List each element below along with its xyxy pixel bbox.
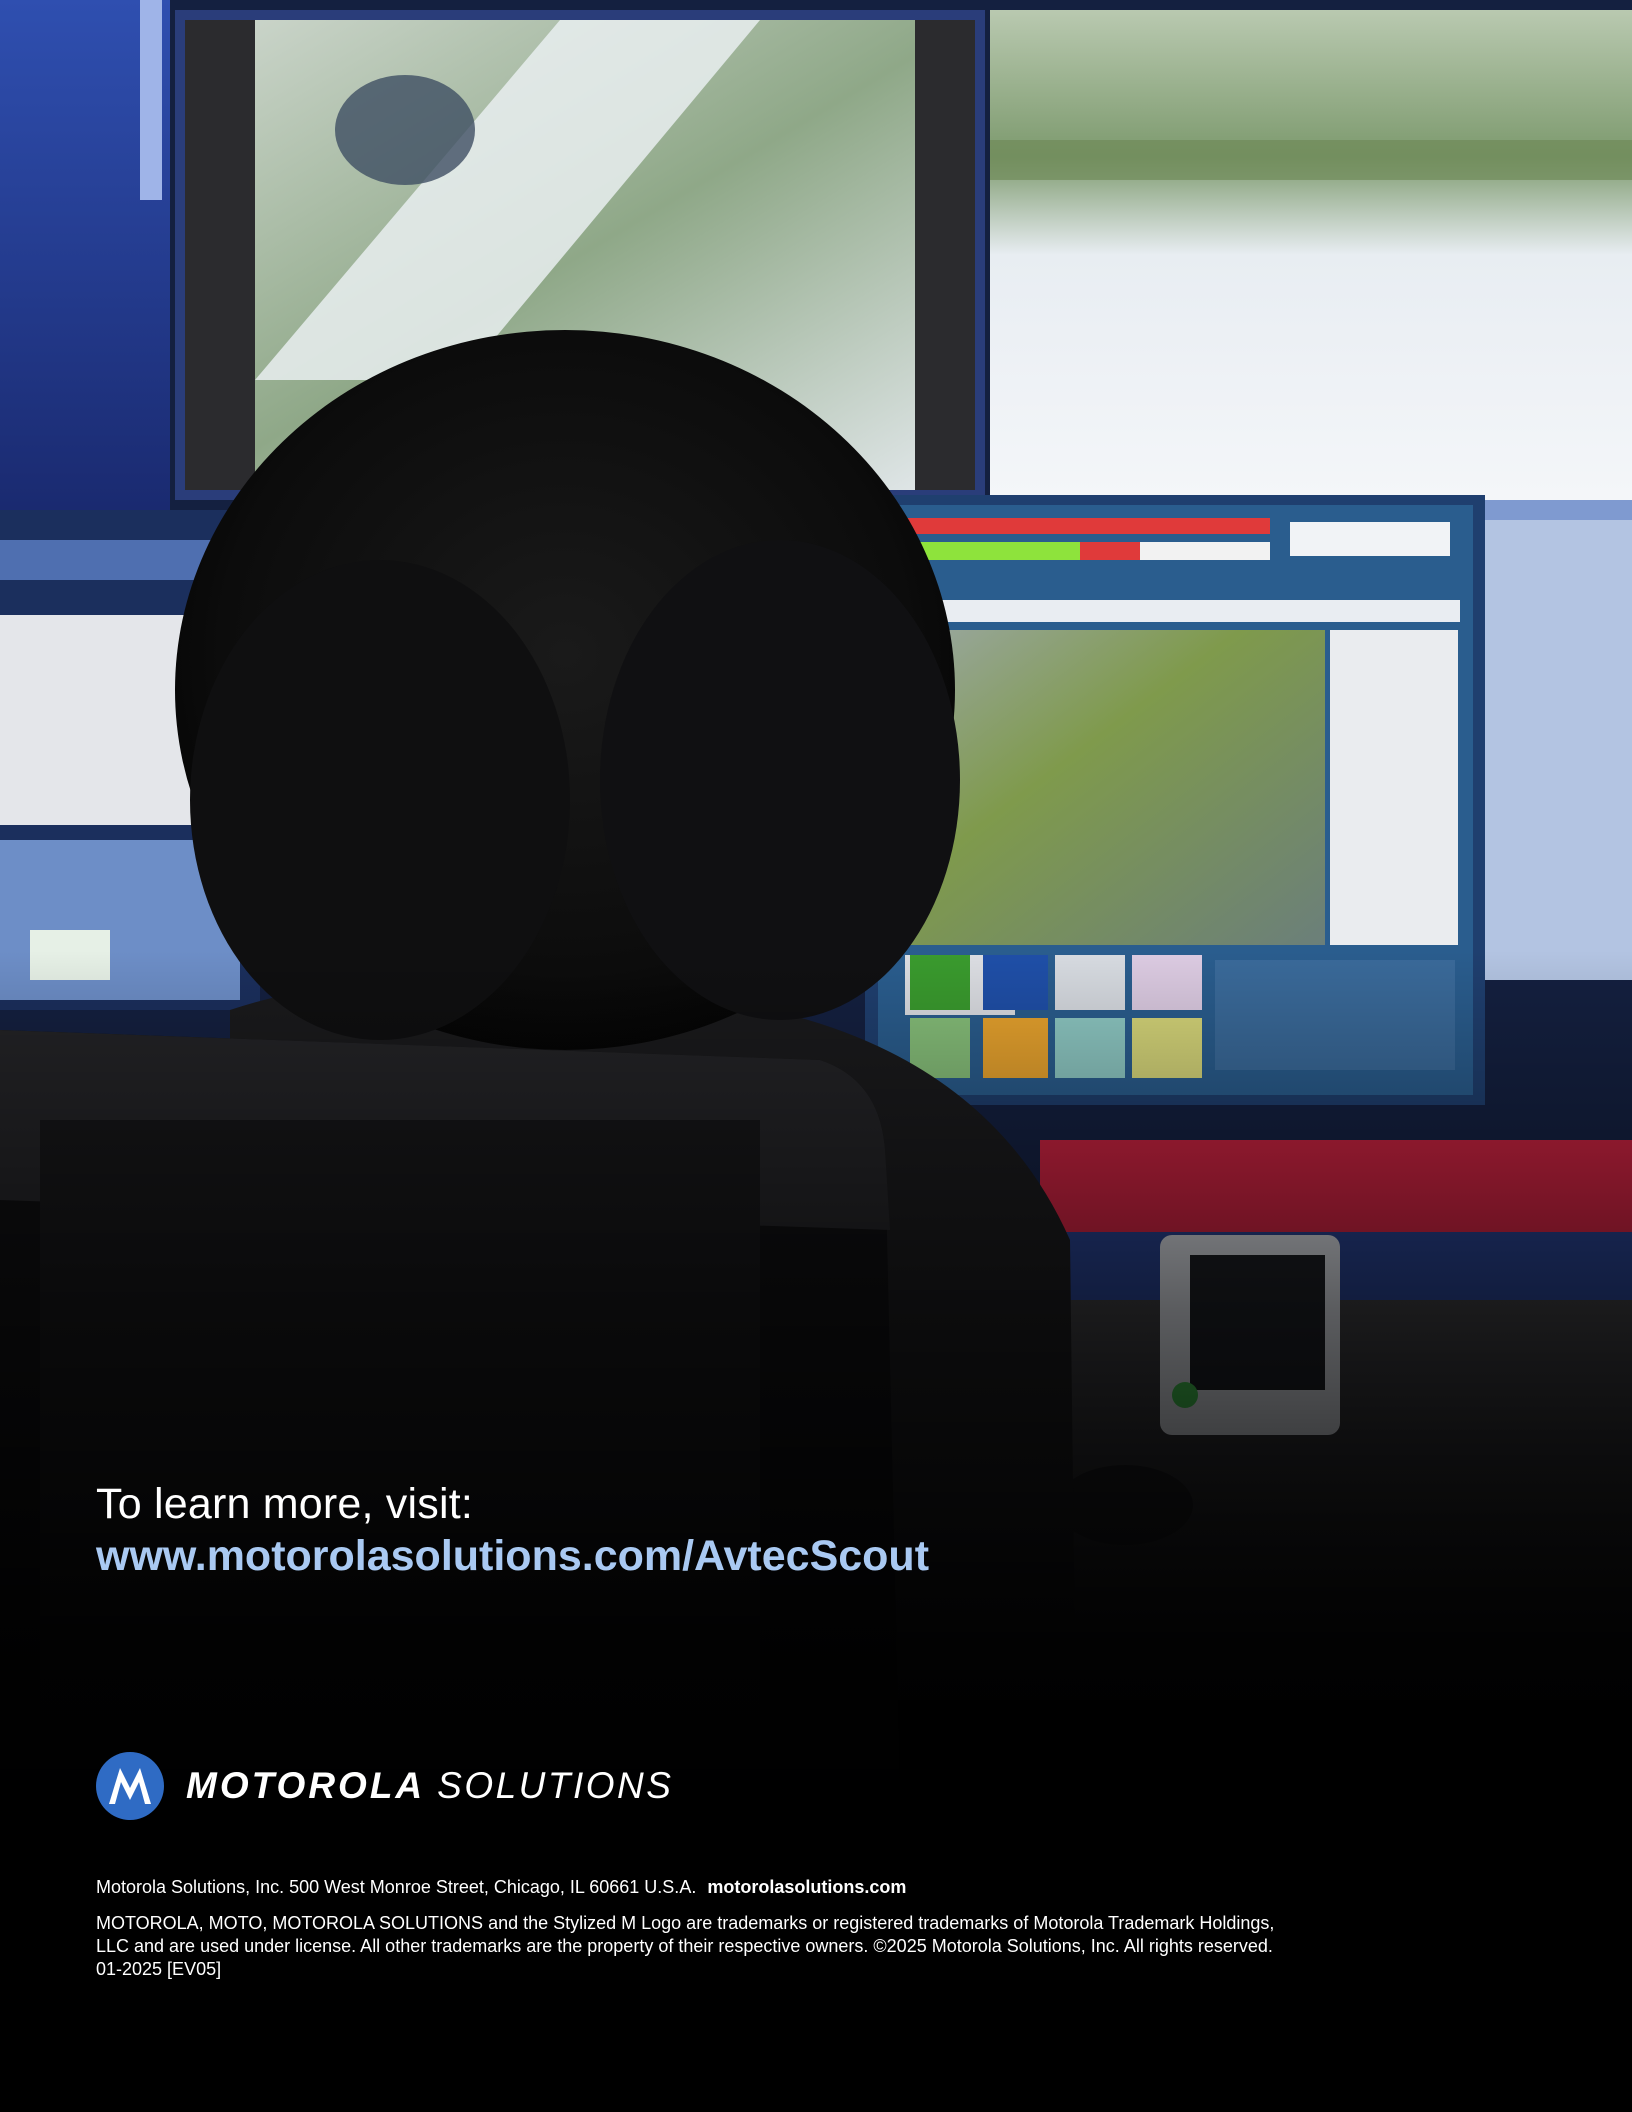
footer-website-link[interactable]: motorolasolutions.com: [707, 1877, 906, 1897]
footer-address: Motorola Solutions, Inc. 500 West Monroe…: [96, 1877, 906, 1898]
cta-lead-text: To learn more, visit:: [96, 1480, 473, 1528]
brand-wordmark: MOTOROLA SOLUTIONS: [186, 1765, 673, 1807]
legal-notice: MOTOROLA, MOTO, MOTOROLA SOLUTIONS and t…: [96, 1913, 1275, 1979]
brand-name-bold: MOTOROLA: [186, 1765, 426, 1806]
cta-url-link[interactable]: www.motorolasolutions.com/AvtecScout: [96, 1532, 929, 1581]
motorola-m-logo-icon: [96, 1752, 164, 1820]
brand-logo: MOTOROLA SOLUTIONS: [96, 1752, 673, 1820]
address-text: Motorola Solutions, Inc. 500 West Monroe…: [96, 1877, 697, 1897]
brand-name-light: SOLUTIONS: [437, 1765, 674, 1806]
